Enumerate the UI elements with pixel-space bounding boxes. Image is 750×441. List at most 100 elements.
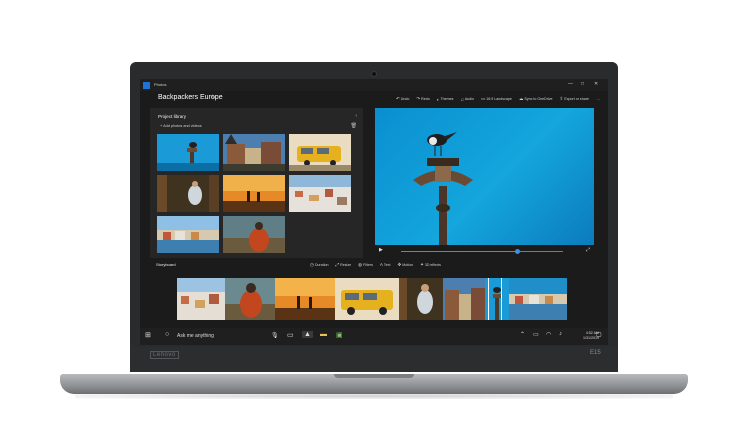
model-badge: E15 [590, 350, 601, 356]
resize-icon: ⤢ [335, 262, 340, 267]
seek-progress [401, 251, 518, 252]
thumb-harbour[interactable] [157, 216, 219, 253]
cloud-icon: ☁ [518, 96, 524, 101]
cmd-label: ... [596, 97, 600, 101]
base-hinge [334, 374, 414, 378]
tool-effects[interactable]: ✦3D effects [420, 262, 441, 268]
command-bar: ↶ Undo ↷ Redo ◐ Themes ♫ Audio ▭ 16:9 Landscape ☁ S… [396, 95, 600, 103]
app-name: Photos [154, 82, 167, 87]
cmd-label: Undo [400, 97, 410, 101]
product-photo: Lenovo E15 Photos — □ ✕ Backpackers Euro… [0, 0, 750, 441]
text-icon: A [379, 262, 383, 267]
cmd-label: Themes [440, 97, 454, 101]
back-button[interactable] [143, 82, 150, 89]
tool-label: 3D effects [424, 263, 441, 267]
storyboard-playhead[interactable] [488, 278, 502, 320]
minimize-button[interactable]: — [568, 81, 573, 87]
cmd-label: Sync to OneDrive [524, 97, 553, 101]
thumb-coastal-town[interactable] [289, 175, 351, 212]
preview-image-bird-on-lamp [413, 132, 473, 245]
clip-yellow-van[interactable] [335, 278, 399, 320]
wifi-icon[interactable]: ◠ [546, 331, 551, 338]
cmd-redo[interactable]: ↷ Redo [416, 95, 429, 103]
tool-filters[interactable]: ◍Filters [358, 262, 373, 268]
motion-icon: ✥ [397, 262, 402, 267]
add-media-button[interactable]: + Add photos and videos [160, 124, 202, 128]
effects-icon: ✦ [420, 262, 424, 267]
file-explorer-icon[interactable]: ▬ [320, 331, 327, 338]
cmd-label: Export or share [564, 97, 589, 101]
cmd-audio[interactable]: ♫ Audio [460, 95, 474, 103]
storyboard-toolbar: ◷Duration ⤢Resize ◍Filters AText ✥Motion ✦3D … [310, 262, 441, 268]
cmd-more[interactable]: ... [596, 95, 600, 103]
cortana-icon[interactable]: ○ [165, 331, 169, 338]
tray-chevron-icon[interactable]: ⌃ [520, 331, 525, 338]
webcam [371, 71, 377, 77]
taskbar: ⊞ ○ Ask me anything 🎙 ▭ ▲ ▬ ▣ ⌃ ▭ ◠ ♪ 4:… [140, 328, 608, 345]
storyboard-label: Storyboard [156, 262, 176, 267]
volume-icon[interactable]: ♪ [559, 331, 562, 337]
thumb-backpacker[interactable] [223, 216, 285, 253]
brand-logo: Lenovo [150, 351, 179, 359]
tool-resize[interactable]: ⤢Resize [336, 262, 352, 268]
title-bar: Photos — □ ✕ [140, 79, 608, 91]
collapse-icon[interactable]: ‹ [355, 113, 357, 119]
tool-text[interactable]: AText [380, 262, 391, 268]
clip-hiker-forest[interactable] [399, 278, 443, 320]
maximize-button[interactable]: □ [581, 81, 584, 87]
clip-harbour[interactable] [509, 278, 567, 320]
cmd-label: Audio [464, 97, 475, 101]
playback-controls: ▶ ⤢ [375, 245, 594, 257]
cmd-label: 16:9 Landscape [486, 97, 512, 101]
thumb-sunset-hikers[interactable] [223, 175, 285, 212]
thumb-bird-lamp[interactable] [157, 134, 219, 171]
seek-handle[interactable] [515, 249, 521, 254]
clip-village[interactable] [443, 278, 485, 320]
storyboard-strip [177, 278, 567, 320]
cmd-themes[interactable]: ◐ Themes [437, 95, 454, 103]
cmd-cloud[interactable]: ☁ Sync to OneDrive [519, 95, 553, 103]
aspect-icon: ▭ [481, 96, 486, 101]
cmd-aspect[interactable]: ▭ 16:9 Landscape [481, 95, 512, 103]
thumb-village[interactable] [223, 134, 285, 171]
share-icon: ⇪ [559, 96, 564, 101]
clip-coastal-town[interactable] [177, 278, 225, 320]
audio-icon: ♫ [460, 96, 464, 102]
tool-label: Motion [402, 263, 414, 267]
seek-bar[interactable] [401, 249, 563, 254]
clip-backpacker[interactable] [225, 278, 275, 320]
fullscreen-icon[interactable]: ⤢ [586, 247, 590, 253]
windows-start-icon[interactable]: ⊞ [145, 331, 151, 339]
rename-pencil-icon[interactable]: ✎ [211, 94, 216, 101]
microphone-icon[interactable]: 🎙 [271, 332, 279, 339]
cmd-undo[interactable]: ↶ Undo [396, 95, 409, 103]
undo-icon: ↶ [396, 96, 400, 101]
tool-label: Duration [314, 263, 329, 267]
filters-icon: ◍ [358, 262, 363, 267]
clip-sunset[interactable] [275, 278, 335, 320]
tool-clock[interactable]: ◷Duration [310, 262, 329, 268]
video-preview[interactable] [375, 108, 594, 245]
themes-icon: ◐ [436, 96, 440, 102]
bottom-bezel [130, 347, 618, 372]
battery-icon[interactable]: ▭ [533, 331, 539, 338]
thumb-yellow-van[interactable] [289, 134, 351, 171]
task-view-icon[interactable]: ▭ [287, 331, 294, 339]
store-icon[interactable]: ▣ [336, 331, 343, 339]
search-box[interactable]: Ask me anything [177, 333, 214, 339]
tool-label: Text [383, 263, 391, 267]
play-button[interactable]: ▶ [379, 247, 383, 253]
delete-icon[interactable]: 🗑 [351, 123, 357, 129]
project-library: Project library ‹ + Add photos and video… [150, 108, 363, 258]
cmd-share[interactable]: ⇪ Export or share [560, 95, 589, 103]
redo-icon: ↷ [416, 96, 421, 101]
library-title: Project library [158, 114, 187, 119]
close-button[interactable]: ✕ [594, 81, 598, 87]
thumb-hiker-forest[interactable] [157, 175, 219, 212]
tool-motion[interactable]: ✥Motion [397, 262, 413, 268]
tool-label: Filters [363, 263, 373, 267]
tool-label: Resize [340, 263, 352, 267]
notifications-icon[interactable]: ▢ [596, 331, 602, 338]
photos-app-icon[interactable]: ▲ [302, 331, 313, 338]
screen: Photos — □ ✕ Backpackers Europe ✎ ↶ Undo ↷… [140, 79, 608, 345]
